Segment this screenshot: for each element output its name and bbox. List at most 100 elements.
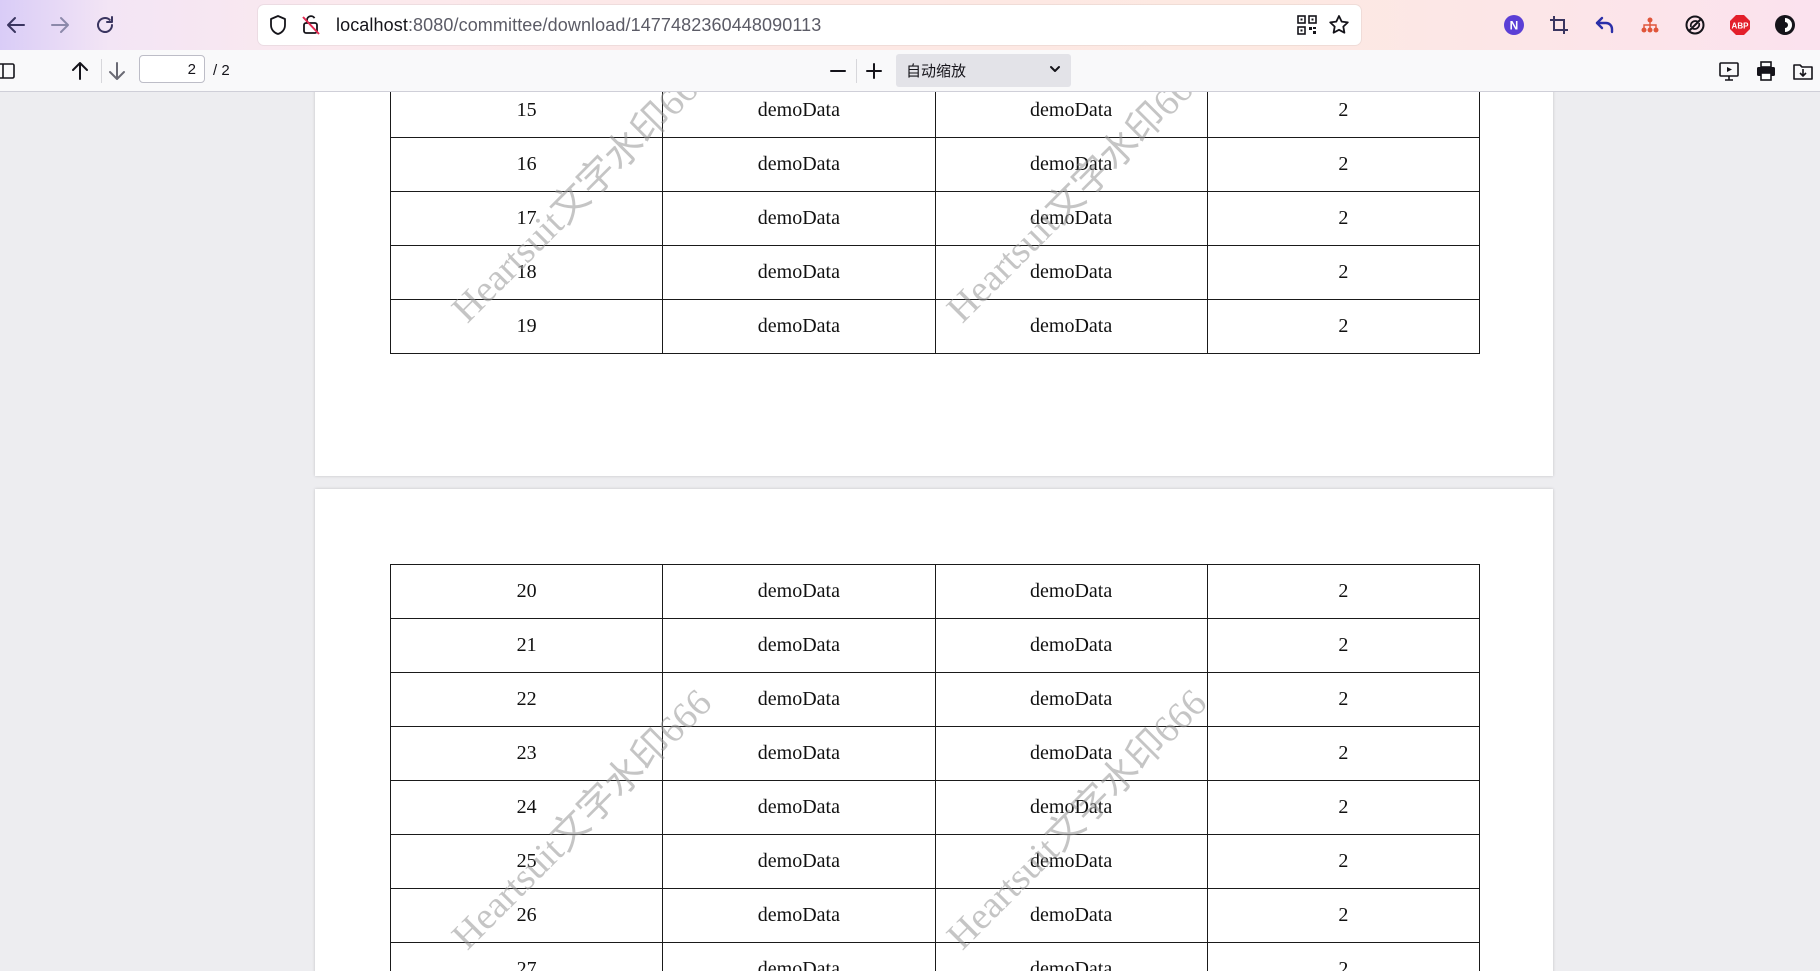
table-cell: demoData bbox=[934, 888, 1208, 943]
table-cell: demoData bbox=[934, 618, 1208, 673]
table-cell: 2 bbox=[1206, 299, 1481, 354]
table-cell: 27 bbox=[389, 942, 664, 971]
table-row: 21 demoData demoData 2 bbox=[389, 618, 1481, 673]
forward-icon[interactable] bbox=[44, 9, 76, 41]
table-cell: 2 bbox=[1206, 942, 1481, 971]
toolbar-divider bbox=[101, 59, 102, 83]
table-cell: 2 bbox=[1206, 888, 1481, 943]
browser-toolbar: localhost:8080/committee/download/147748… bbox=[0, 0, 1820, 50]
pdf-viewer[interactable]: 15 demoData demoData 2 16 demoData demoD… bbox=[0, 92, 1820, 971]
previous-page-icon[interactable] bbox=[68, 59, 92, 83]
qr-code-icon[interactable] bbox=[1297, 15, 1317, 40]
no-sync-icon[interactable] bbox=[1681, 11, 1709, 39]
table-cell: 2 bbox=[1206, 245, 1481, 300]
table-cell: demoData bbox=[662, 92, 936, 138]
table-cell: 23 bbox=[389, 726, 664, 781]
table-cell: 2 bbox=[1206, 137, 1481, 192]
print-icon[interactable] bbox=[1754, 59, 1778, 83]
table-cell: demoData bbox=[934, 942, 1208, 971]
pdf-page-2: 20 demoData demoData 2 21 demoData demoD… bbox=[315, 489, 1553, 971]
table-cell: demoData bbox=[662, 245, 936, 300]
table-row: 24 demoData demoData 2 bbox=[389, 780, 1481, 835]
table-cell: demoData bbox=[934, 191, 1208, 246]
pdf-page-1: 15 demoData demoData 2 16 demoData demoD… bbox=[315, 92, 1553, 476]
table-cell: 2 bbox=[1206, 834, 1481, 889]
table-cell: 2 bbox=[1206, 92, 1481, 138]
zoom-out-icon[interactable] bbox=[826, 59, 850, 83]
table-row: 18 demoData demoData 2 bbox=[389, 245, 1481, 300]
table-row: 19 demoData demoData 2 bbox=[389, 299, 1481, 354]
table-row: 26 demoData demoData 2 bbox=[389, 888, 1481, 943]
table-cell: demoData bbox=[934, 834, 1208, 889]
url-text[interactable]: localhost:8080/committee/download/147748… bbox=[336, 15, 821, 36]
zoom-select-value: 自动缩放 bbox=[906, 63, 967, 80]
next-page-icon[interactable] bbox=[105, 59, 129, 83]
table-cell: demoData bbox=[934, 726, 1208, 781]
table-cell: demoData bbox=[934, 245, 1208, 300]
table-cell: demoData bbox=[662, 780, 936, 835]
bookmark-star-icon[interactable] bbox=[1327, 13, 1351, 42]
table-cell: demoData bbox=[662, 726, 936, 781]
address-bar[interactable]: localhost:8080/committee/download/147748… bbox=[258, 5, 1361, 45]
page-number-input[interactable] bbox=[139, 55, 205, 83]
table-cell: 18 bbox=[389, 245, 664, 300]
table-cell: demoData bbox=[934, 780, 1208, 835]
svg-text:N: N bbox=[1510, 19, 1519, 33]
table-cell: 20 bbox=[389, 564, 664, 619]
undo-arrow-icon[interactable] bbox=[1591, 11, 1619, 39]
page-count-label: / 2 bbox=[213, 62, 230, 79]
table-row: 15 demoData demoData 2 bbox=[389, 92, 1481, 138]
table-cell: 26 bbox=[389, 888, 664, 943]
url-path: :8080/committee/download/147748236044809… bbox=[407, 15, 822, 35]
table-cell: 22 bbox=[389, 672, 664, 727]
presentation-mode-icon[interactable] bbox=[1717, 59, 1741, 83]
table-cell: demoData bbox=[934, 564, 1208, 619]
svg-text:ABP: ABP bbox=[1732, 22, 1750, 31]
table-cell: demoData bbox=[662, 299, 936, 354]
data-table: 20 demoData demoData 2 21 demoData demoD… bbox=[389, 564, 1481, 971]
sidebar-toggle-icon[interactable] bbox=[0, 59, 18, 83]
table-cell: 21 bbox=[389, 618, 664, 673]
pdf-toolbar: / 2 自动缩放 bbox=[0, 50, 1820, 92]
table-cell: demoData bbox=[662, 672, 936, 727]
download-icon[interactable] bbox=[1791, 59, 1815, 83]
table-cell: 15 bbox=[389, 92, 664, 138]
zoom-select[interactable]: 自动缩放 bbox=[896, 54, 1071, 87]
table-cell: 19 bbox=[389, 299, 664, 354]
table-row: 27 demoData demoData 2 bbox=[389, 942, 1481, 971]
table-cell: demoData bbox=[934, 92, 1208, 138]
table-cell: demoData bbox=[662, 191, 936, 246]
crop-icon[interactable] bbox=[1545, 11, 1573, 39]
extension-n-icon[interactable]: N bbox=[1500, 11, 1528, 39]
table-row: 22 demoData demoData 2 bbox=[389, 672, 1481, 727]
table-cell: 2 bbox=[1206, 726, 1481, 781]
table-cell: demoData bbox=[934, 137, 1208, 192]
url-host: localhost bbox=[336, 15, 408, 35]
data-table: 15 demoData demoData 2 16 demoData demoD… bbox=[389, 92, 1481, 354]
table-cell: demoData bbox=[662, 618, 936, 673]
table-cell: 25 bbox=[389, 834, 664, 889]
table-cell: demoData bbox=[662, 137, 936, 192]
back-icon[interactable] bbox=[0, 9, 32, 41]
table-cell: 2 bbox=[1206, 564, 1481, 619]
table-row: 25 demoData demoData 2 bbox=[389, 834, 1481, 889]
reload-icon[interactable] bbox=[89, 9, 121, 41]
table-cell: demoData bbox=[662, 834, 936, 889]
tracking-protection-icon[interactable] bbox=[268, 14, 288, 41]
table-cell: 2 bbox=[1206, 672, 1481, 727]
table-cell: demoData bbox=[662, 564, 936, 619]
table-row: 23 demoData demoData 2 bbox=[389, 726, 1481, 781]
network-tree-icon[interactable] bbox=[1636, 11, 1664, 39]
table-cell: 2 bbox=[1206, 191, 1481, 246]
table-row: 20 demoData demoData 2 bbox=[389, 564, 1481, 619]
table-cell: 2 bbox=[1206, 780, 1481, 835]
account-icon[interactable] bbox=[1771, 11, 1799, 39]
insecure-lock-icon[interactable] bbox=[300, 14, 322, 41]
chevron-down-icon bbox=[1049, 62, 1061, 79]
table-cell: demoData bbox=[662, 942, 936, 971]
table-cell: 2 bbox=[1206, 618, 1481, 673]
adblock-plus-icon[interactable]: ABP bbox=[1726, 11, 1754, 39]
toolbar-divider bbox=[856, 59, 857, 83]
table-cell: demoData bbox=[934, 299, 1208, 354]
zoom-in-icon[interactable] bbox=[862, 59, 886, 83]
